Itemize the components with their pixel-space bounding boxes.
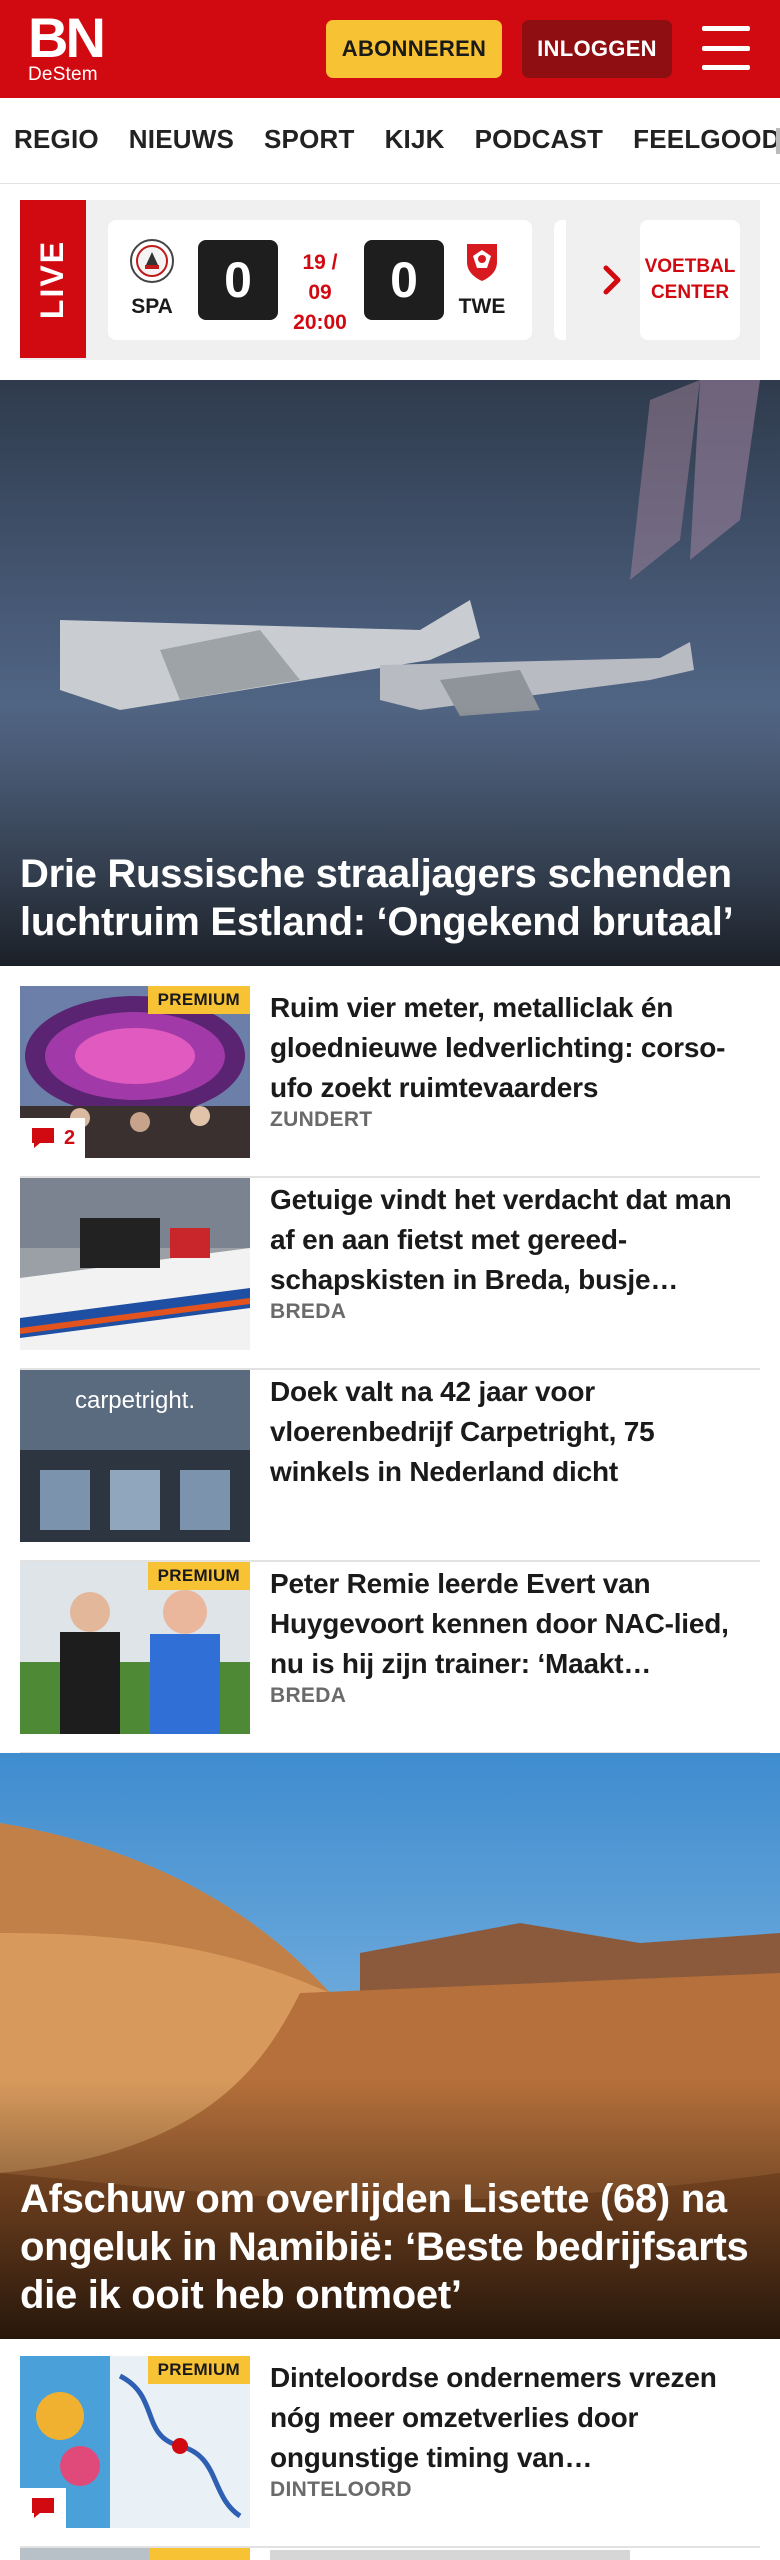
match-time: 20:00: [293, 311, 347, 334]
nav-overflow-indicator: [776, 128, 780, 154]
article-thumbnail[interactable]: PREMIUM: [20, 1562, 250, 1734]
away-team-code: TWE: [458, 295, 506, 318]
live-label: LIVE: [20, 200, 86, 358]
home-team: SPA: [122, 238, 182, 319]
hamburger-icon[interactable]: [700, 24, 752, 72]
hero-title[interactable]: Drie Russische straaljagers schenden luc…: [20, 850, 760, 946]
voetbal-center-button[interactable]: VOETBAL CENTER: [640, 220, 740, 340]
login-button[interactable]: INLOGGEN: [522, 20, 672, 78]
article-thumbnail[interactable]: carpetright.: [20, 1370, 250, 1542]
away-team: TWE: [452, 238, 512, 319]
carpetright-store-image: carpetright.: [20, 1370, 250, 1542]
comment-count[interactable]: [20, 2488, 66, 2528]
home-team-code: SPA: [131, 295, 173, 318]
article-item[interactable]: PREMIUM 2 Ruim vier meter, metalliclak é…: [20, 986, 760, 1178]
chevron-right-icon[interactable]: [594, 262, 630, 298]
article-title[interactable]: Peter Remie leerde Evert van Huygevoort …: [270, 1564, 760, 1684]
nav-item-sport[interactable]: SPORT: [264, 124, 355, 155]
article-title[interactable]: Doek valt na 42 jaar voor vloerenbedrijf…: [270, 1372, 760, 1492]
next-match-card-peek[interactable]: [554, 220, 566, 340]
nav-item-kijk[interactable]: KIJK: [385, 124, 445, 155]
main-nav: REGIO NIEUWS SPORT KIJK PODCAST FEELGOOD: [0, 98, 780, 184]
live-scores-bar: LIVE SPA 0 19 / 09 20:00 0 TWE VOETBAL C…: [20, 200, 760, 360]
article-item[interactable]: PREMIUM Peter Remie leerde Evert van Huy…: [20, 1562, 760, 1754]
comment-count-value: 2: [64, 1126, 76, 1149]
premium-badge: PREMIUM: [147, 1562, 250, 1590]
nav-item-podcast[interactable]: PODCAST: [475, 124, 604, 155]
article-title[interactable]: Getuige vindt het verdacht dat man af en…: [270, 1180, 760, 1300]
nav-item-nieuws[interactable]: NIEUWS: [129, 124, 234, 155]
svg-text:carpetright.: carpetright.: [75, 1387, 195, 1414]
nav-item-regio[interactable]: REGIO: [14, 124, 99, 155]
next-article-thumbnail-peek: [20, 2548, 250, 2560]
twente-crest-icon: [467, 244, 497, 281]
hero-article[interactable]: Afschuw om overlijden Lisette (68) na on…: [0, 1753, 780, 2339]
article-thumbnail[interactable]: [20, 1178, 250, 1350]
article-item[interactable]: carpetright. Doek valt na 42 jaar voor v…: [20, 1370, 760, 1562]
match-date: 19 / 09: [302, 251, 338, 304]
match-card[interactable]: SPA 0 19 / 09 20:00 0 TWE: [108, 220, 532, 340]
article-title[interactable]: Ruim vier meter, metalliclak én gloednie…: [270, 988, 760, 1108]
article-location: BREDA: [270, 1300, 347, 1323]
hero-article[interactable]: Drie Russische straaljagers schenden luc…: [0, 380, 780, 966]
article-item[interactable]: PREMIUM Dinteloordse ondernemers vrezen …: [20, 2356, 760, 2548]
nav-item-feelgood[interactable]: FEELGOOD: [633, 124, 780, 155]
comment-icon: [32, 2498, 54, 2518]
premium-badge: PREMIUM: [147, 2356, 250, 2384]
article-thumbnail[interactable]: PREMIUM: [20, 2356, 250, 2528]
premium-badge: PREMIUM: [147, 986, 250, 1014]
match-datetime: 19 / 09 20:00: [288, 248, 352, 338]
article-location: BREDA: [270, 1684, 347, 1707]
site-header: BN DeStem ABONNEREN INLOGGEN: [0, 0, 780, 98]
article-item[interactable]: Getuige vindt het verdacht dat man af en…: [20, 1178, 760, 1370]
hero-title[interactable]: Afschuw om overlijden Lisette (68) na on…: [20, 2175, 760, 2319]
site-logo[interactable]: BN DeStem: [28, 6, 112, 90]
sparta-crest-icon: [130, 239, 174, 283]
article-location: DINTELOORD: [270, 2478, 412, 2501]
subscribe-button[interactable]: ABONNEREN: [326, 20, 502, 78]
home-score: 0: [198, 240, 278, 320]
comment-count[interactable]: 2: [20, 1118, 86, 1158]
comment-icon: [32, 1128, 54, 1148]
article-location: ZUNDERT: [270, 1108, 373, 1131]
article-title[interactable]: Dinteloordse ondernemers vrezen nóg meer…: [270, 2358, 760, 2478]
police-car-image: [20, 1178, 250, 1350]
article-thumbnail[interactable]: PREMIUM 2: [20, 986, 250, 1158]
logo-main: BN: [28, 6, 106, 69]
away-score: 0: [364, 240, 444, 320]
next-article-title-peek: [270, 2550, 630, 2560]
